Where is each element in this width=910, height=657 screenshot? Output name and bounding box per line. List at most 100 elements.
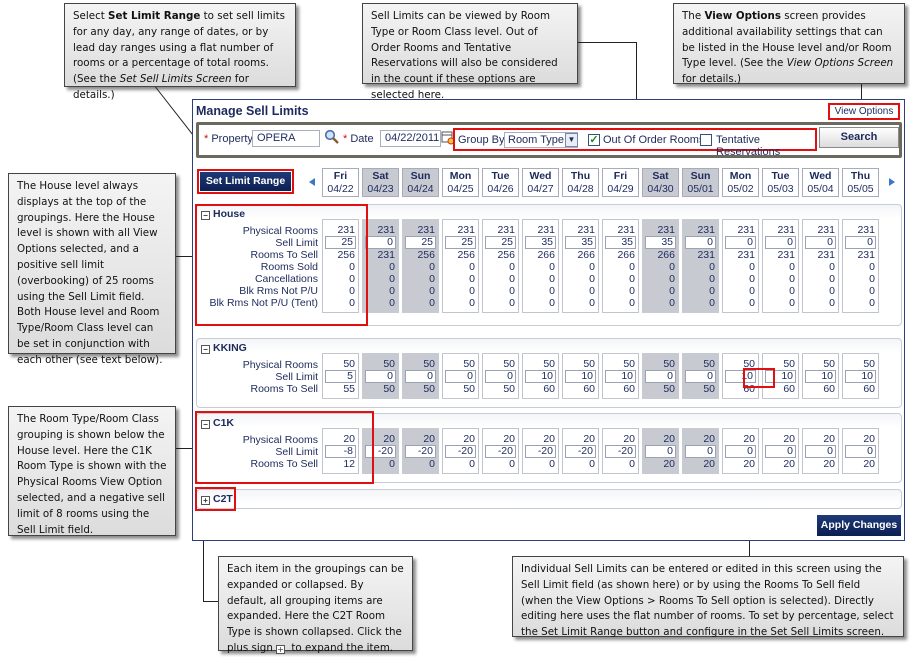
sell-limit-input[interactable]: 35	[605, 236, 636, 249]
row-label: Sell Limit	[275, 371, 318, 383]
date-column-header[interactable]: Fri 04/29	[602, 168, 639, 197]
sell-limit-input[interactable]: 25	[445, 236, 476, 249]
cell-value: 0	[629, 285, 635, 297]
property-input[interactable]: OPERA	[252, 130, 320, 147]
set-limit-range-button[interactable]: Set Limit Range	[200, 172, 291, 191]
collapse-icon[interactable]: −	[201, 420, 210, 429]
date-label: 04/28	[567, 183, 594, 195]
sell-limit-input[interactable]: 0	[805, 236, 836, 249]
sell-limit-input[interactable]: 35	[645, 236, 676, 249]
cell-value: 0	[869, 285, 875, 297]
date-column-header[interactable]: Thu 05/05	[842, 168, 879, 197]
cell-value: 60	[743, 383, 755, 395]
date-input[interactable]: 04/22/2011	[380, 130, 441, 147]
date-column-header[interactable]: Mon 04/25	[442, 168, 479, 197]
sell-limit-input[interactable]: -20	[605, 445, 636, 458]
date-column-header[interactable]: Sun 04/24	[402, 168, 439, 197]
cell-value: 0	[469, 285, 475, 297]
sell-limit-input[interactable]: 25	[325, 236, 356, 249]
date-column-header[interactable]: Wed 05/04	[802, 168, 839, 197]
date-column-header[interactable]: Sun 05/01	[682, 168, 719, 197]
date-column-header[interactable]: Fri 04/22	[322, 168, 359, 197]
sell-limit-input[interactable]: 10	[725, 370, 756, 383]
cell-value: 0	[829, 297, 835, 309]
next-dates-arrow-icon[interactable]	[889, 178, 895, 186]
date-column-header[interactable]: Mon 05/02	[722, 168, 759, 197]
cell-value: 0	[509, 285, 515, 297]
cell-value: 50	[703, 358, 715, 370]
chevron-down-icon[interactable]: ▼	[565, 133, 578, 147]
tentative-label: Tentative Reservations	[716, 134, 781, 158]
sell-limit-input[interactable]: 10	[605, 370, 636, 383]
search-icon[interactable]	[324, 129, 340, 145]
search-button[interactable]: Search	[819, 127, 899, 148]
day-of-week: Thu	[570, 170, 591, 182]
cell-value: 0	[829, 285, 835, 297]
sell-limit-input[interactable]: 10	[565, 370, 596, 383]
tentative-checkbox[interactable]	[700, 134, 712, 146]
date-column-header[interactable]: Tue 04/26	[482, 168, 519, 197]
sell-limit-input[interactable]: -20	[525, 445, 556, 458]
sell-limit-input[interactable]: 0	[485, 370, 516, 383]
day-column: 20 -20 0	[482, 428, 519, 474]
sell-limit-input[interactable]: 0	[645, 445, 676, 458]
date-column-header[interactable]: Sat 04/30	[642, 168, 679, 197]
day-column: 50 10 60	[722, 353, 759, 399]
sell-limit-input[interactable]: 0	[765, 445, 796, 458]
sell-limit-input[interactable]: 10	[805, 370, 836, 383]
cell-value: 50	[383, 383, 395, 395]
apply-changes-button[interactable]: Apply Changes	[817, 515, 901, 536]
sell-limit-input[interactable]: 5	[325, 370, 356, 383]
sell-limit-input[interactable]: 0	[365, 236, 396, 249]
date-column-header[interactable]: Tue 05/03	[762, 168, 799, 197]
date-column-header[interactable]: Sat 04/23	[362, 168, 399, 197]
day-column: 20 0 20	[842, 428, 879, 474]
sell-limit-input[interactable]: 10	[845, 370, 876, 383]
sell-limit-input[interactable]: 0	[845, 236, 876, 249]
sell-limit-input[interactable]: 0	[725, 445, 756, 458]
sell-limit-input[interactable]: 0	[805, 445, 836, 458]
day-column: 231 25 256 0 0 0 0	[322, 219, 359, 313]
cell-value: 0	[509, 261, 515, 273]
sell-limit-input[interactable]: -20	[565, 445, 596, 458]
sell-limit-input[interactable]: 0	[685, 236, 716, 249]
expand-icon[interactable]: +	[201, 496, 210, 505]
callout-house-level: The House level always displays at the t…	[8, 173, 176, 366]
collapse-icon[interactable]: −	[201, 211, 210, 220]
sell-limit-input[interactable]: 0	[765, 236, 796, 249]
sell-limit-input[interactable]: 0	[685, 370, 716, 383]
callout-set-limit-range: Select Set Limit Range to set sell limit…	[64, 3, 296, 101]
out-of-order-checkbox[interactable]: ✓	[588, 134, 600, 146]
sell-limit-input[interactable]: 35	[525, 236, 556, 249]
sell-limit-input[interactable]: -8	[325, 445, 356, 458]
date-label: 04/27	[527, 183, 554, 195]
sell-limit-input[interactable]: 0	[845, 445, 876, 458]
sell-limit-input[interactable]: 0	[685, 445, 716, 458]
sell-limit-input[interactable]: 10	[525, 370, 556, 383]
sell-limit-input[interactable]: 25	[405, 236, 436, 249]
sell-limit-input[interactable]: -20	[485, 445, 516, 458]
sell-limit-input[interactable]: 0	[645, 370, 676, 383]
sell-limit-input[interactable]: 0	[405, 370, 436, 383]
date-label: 04/24	[407, 183, 434, 195]
cell-value: 20	[503, 433, 515, 445]
sell-limit-input[interactable]: -20	[445, 445, 476, 458]
collapse-icon[interactable]: −	[201, 345, 210, 354]
cell-value: 0	[429, 297, 435, 309]
cell-value: 20	[663, 433, 675, 445]
sell-limit-input[interactable]: 0	[725, 236, 756, 249]
sell-limit-input[interactable]: 0	[445, 370, 476, 383]
view-options-link[interactable]: View Options	[828, 103, 900, 120]
sell-limit-input[interactable]: 0	[365, 370, 396, 383]
cell-value: 20	[423, 433, 435, 445]
sell-limit-input[interactable]: 10	[765, 370, 796, 383]
previous-dates-arrow-icon[interactable]	[309, 178, 315, 186]
date-column-header[interactable]: Wed 04/27	[522, 168, 559, 197]
out-of-order-label: Out Of Order Rooms	[603, 134, 705, 146]
sell-limit-input[interactable]: 25	[485, 236, 516, 249]
day-column: 20 0 20	[802, 428, 839, 474]
sell-limit-input[interactable]: -20	[365, 445, 396, 458]
sell-limit-input[interactable]: 35	[565, 236, 596, 249]
date-column-header[interactable]: Thu 04/28	[562, 168, 599, 197]
sell-limit-input[interactable]: -20	[405, 445, 436, 458]
